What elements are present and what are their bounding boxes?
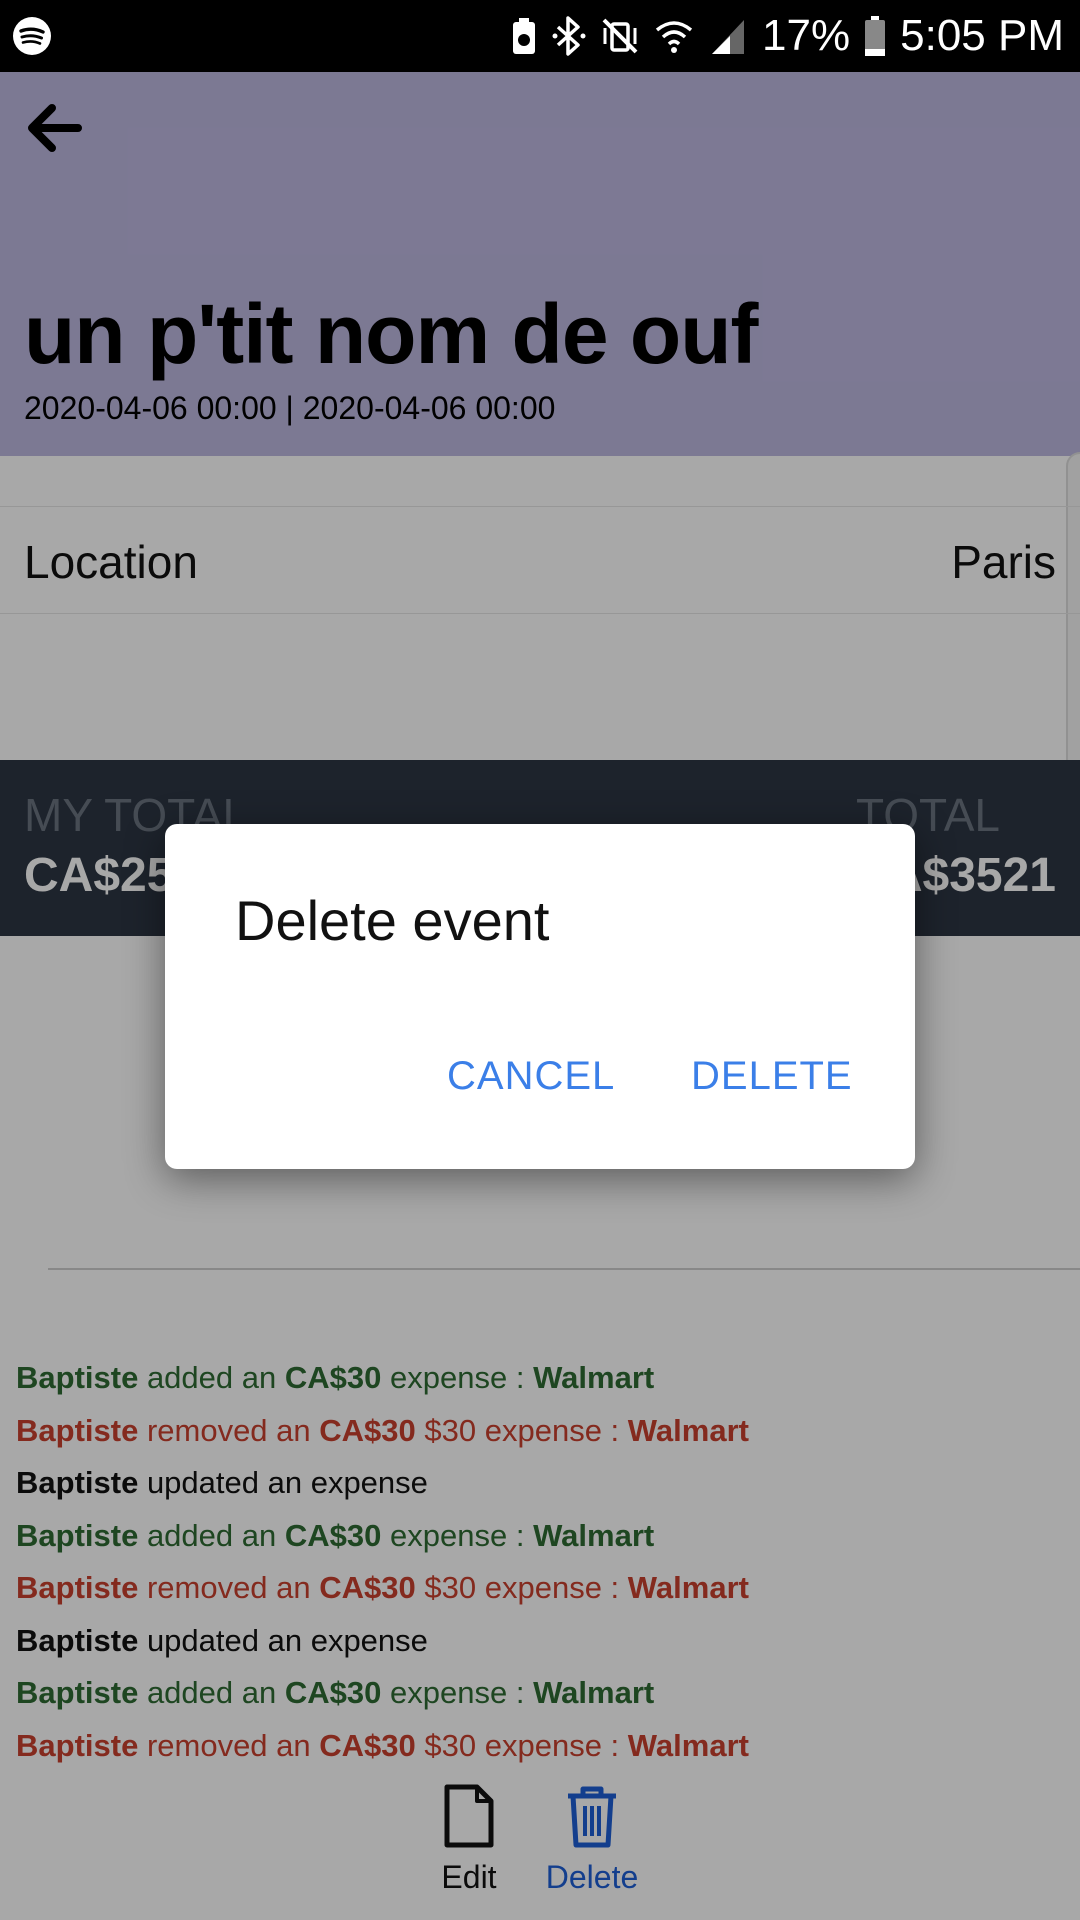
cancel-button[interactable]: CANCEL xyxy=(447,1054,615,1099)
status-bar: 17% 5:05 PM xyxy=(0,0,1080,72)
spotify-icon xyxy=(12,16,52,61)
clock: 5:05 PM xyxy=(900,11,1064,60)
wifi-icon xyxy=(654,16,694,56)
battery-icon xyxy=(864,15,886,57)
battery-percent: 17% xyxy=(762,11,851,60)
cell-signal-icon xyxy=(708,16,748,56)
bluetooth-icon xyxy=(552,15,586,57)
confirm-delete-button[interactable]: DELETE xyxy=(691,1054,853,1099)
vibrate-mute-icon xyxy=(600,16,640,56)
battery-saver-icon xyxy=(510,16,538,56)
delete-event-dialog: Delete event CANCEL DELETE xyxy=(165,824,915,1169)
dialog-title: Delete event xyxy=(235,889,550,952)
